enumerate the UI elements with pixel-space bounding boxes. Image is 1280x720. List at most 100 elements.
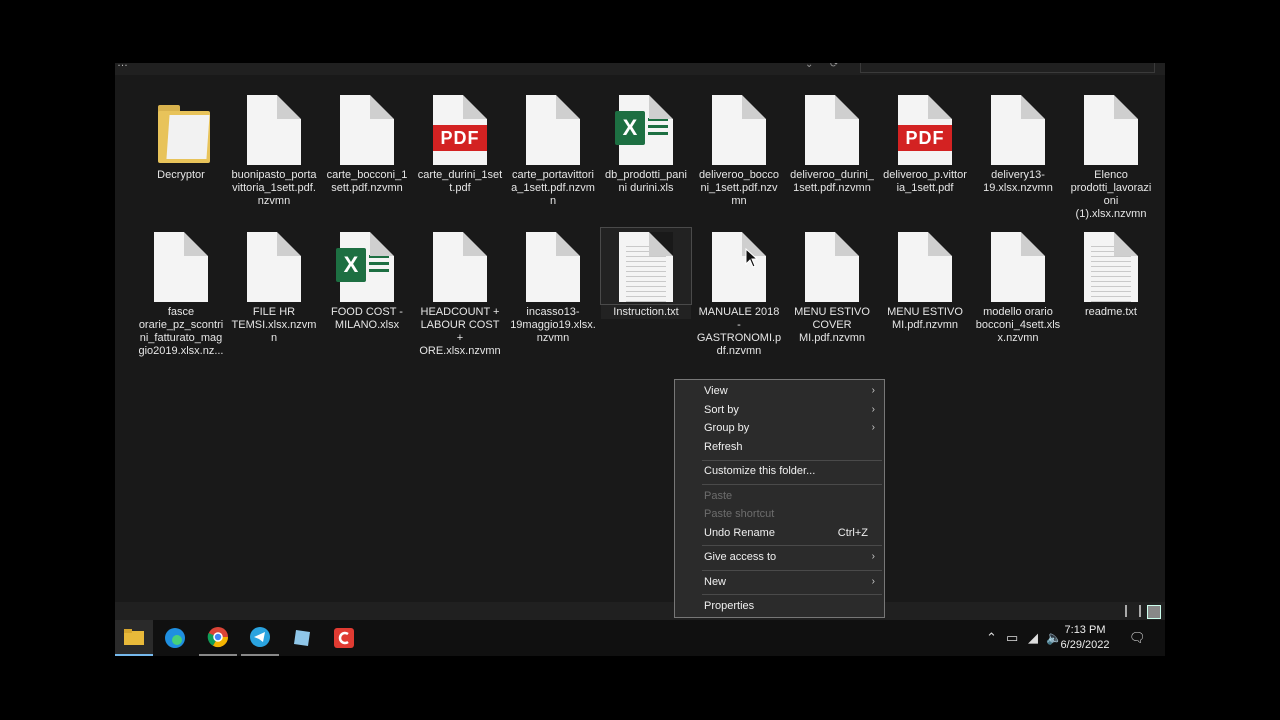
ccleaner-taskbar-button[interactable] [325,620,363,656]
file-item[interactable]: buonipasto_portavittoria_1sett.pdf.nzvmn [229,91,319,208]
file-item[interactable]: PDF carte_durini_1sett.pdf [415,91,505,195]
file-item[interactable]: deliveroo_durini_1sett.pdf.nzvmn [787,91,877,195]
telegram-taskbar-button[interactable] [241,620,279,656]
file-item[interactable]: PDF deliveroo_p.vittoria_1sett.pdf [880,91,970,195]
details-view-icon[interactable] [1125,605,1141,617]
context-menu-item-customize-this-folder[interactable]: Customize this folder... [675,462,884,480]
file-item[interactable]: modello orario bocconi_4sett.xlsx.nzvmn [973,228,1063,345]
file-icon-box [787,228,877,304]
text-file-icon [619,232,673,302]
file-item[interactable]: incasso13-19maggio19.xlsx.nzvmn [508,228,598,345]
context-menu: View › Sort by › Group by › Refresh Customize t… [674,379,885,618]
file-name-label: MENU ESTIVO COVER MI.pdf.nzvmn [794,306,870,344]
context-menu-item-paste-shortcut: Paste shortcut [675,505,884,523]
file-item[interactable]: Decryptor [136,91,226,182]
file-name-label: FILE HR TEMSI.xlsx.nzvmn [231,306,317,344]
taskbar: ⌃ ▭ ◢ 🔈 7:13 PM 6/29/2022 🗨 [115,620,1165,656]
file-item[interactable]: MANUALE 2018 - GASTRONOMI.pdf.nzvmn [694,228,784,358]
notification-icon[interactable]: 🗨 [1129,630,1146,646]
file-item[interactable]: carte_portavittoria_1sett.pdf.nzvmn [508,91,598,208]
file-icon-box [229,228,319,304]
excel-file-icon: X [336,232,394,302]
file-grid[interactable]: Decryptor buonipasto_portavittoria_1sett.… [115,75,1165,602]
file-item[interactable]: fasce orarie_pz_scontrini_fatturato_magg… [136,228,226,358]
search-input[interactable]: … [860,63,1155,73]
refresh-icon[interactable]: ⟳ [830,63,838,70]
file-item[interactable]: Xdb_prodotti_panini durini.xls [601,91,691,195]
file-name-label: MENU ESTIVO MI.pdf.nzvmn [887,306,963,331]
file-name-label: readme.txt [1085,306,1137,318]
blank-file-icon [991,95,1045,165]
context-menu-item-refresh[interactable]: Refresh [675,438,884,456]
file-icon-box [694,228,784,304]
chevron-right-icon: › [871,551,875,562]
pdf-file-icon: PDF [898,95,952,165]
file-item[interactable]: HEADCOUNT + LABOUR COST + ORE.xlsx.nzvmn [415,228,505,358]
file-item[interactable]: carte_bocconi_1sett.pdf.nzvmn [322,91,412,195]
context-menu-item-undo-rename[interactable]: Undo Rename Ctrl+Z [675,524,884,542]
battery-icon[interactable]: ▭ [1006,630,1018,646]
file-name-label: deliveroo_bocconi_1sett.pdf.nzvmn [698,169,780,207]
file-name-label: carte_portavittoria_1sett.pdf.nzvmn [511,169,595,207]
blank-file-icon [898,232,952,302]
edge-taskbar-button[interactable] [156,620,194,656]
file-name-label: MANUALE 2018 - GASTRONOMI.pdf.nzvmn [696,306,782,357]
file-item[interactable]: FILE HR TEMSI.xlsx.nzvmn [229,228,319,345]
file-name-label: FOOD COST - MILANO.xlsx [331,306,403,331]
context-menu-item-sort-by[interactable]: Sort by › [675,401,884,419]
large-icons-view-icon[interactable] [1147,605,1161,619]
file-icon-box [415,228,505,304]
file-name-label: Instruction.txt [613,306,679,318]
file-item[interactable]: delivery13-19.xlsx.nzvmn [973,91,1063,195]
breadcrumb[interactable]: … [117,63,129,69]
taskbar-clock[interactable]: 7:13 PM 6/29/2022 [1055,623,1115,653]
menu-item-label: Undo Rename [704,527,775,539]
blank-file-icon [247,232,301,302]
context-menu-item-properties[interactable]: Properties [675,597,884,615]
file-name-label: modello orario bocconi_4sett.xlsx.nzvmn [975,306,1061,344]
blank-file-icon [433,232,487,302]
chrome-taskbar-button[interactable] [199,620,237,656]
file-item[interactable]: X FOOD COST - MILANO.xlsx [322,228,412,332]
blank-file-icon [1084,95,1138,165]
chevron-up-icon[interactable]: ⌃ [986,630,997,646]
file-item[interactable]: Elenco prodotti_lavorazioni (1).xlsx.nzv… [1066,91,1156,221]
file-item[interactable]: MENU ESTIVO COVER MI.pdf.nzvmn [787,228,877,345]
dropdown-icon[interactable]: ⌄ [805,63,813,70]
file-name-label: delivery13-19.xlsx.nzvmn [983,169,1053,194]
file-item[interactable]: readme.txt [1066,228,1156,319]
menu-separator [702,484,882,485]
file-name-label: buonipasto_portavittoria_1sett.pdf.nzvmn [231,169,317,207]
context-menu-item-give-access-to[interactable]: Give access to › [675,548,884,566]
menu-item-label: Properties [704,600,755,612]
file-item[interactable]: Instruction.txt [600,227,692,319]
context-menu-item-view[interactable]: View › [675,382,884,400]
file-icon-box [229,91,319,167]
file-icon-box [322,91,412,167]
file-name-label: carte_bocconi_1sett.pdf.nzvmn [326,169,408,194]
menu-item-label: View [704,385,728,397]
file-icon-box [136,91,226,167]
blank-file-icon [247,95,301,165]
file-icon-box: PDF [415,91,505,167]
context-menu-item-group-by[interactable]: Group by › [675,419,884,437]
pdf-file-icon: PDF [433,95,487,165]
file-item[interactable]: MENU ESTIVO MI.pdf.nzvmn [880,228,970,332]
file-explorer-taskbar-button[interactable] [115,620,153,656]
mouse-cursor-icon [745,248,759,268]
menu-item-label: Sort by [704,404,739,416]
file-icon-box [880,228,970,304]
menu-separator [702,545,882,546]
network-icon[interactable]: ◢ [1028,630,1038,646]
app-taskbar-button[interactable] [283,620,321,656]
file-name-label: deliveroo_durini_1sett.pdf.nzvmn [790,169,874,194]
context-menu-item-new[interactable]: New › [675,573,884,591]
app-icon [294,630,310,646]
status-bar [115,602,1165,620]
blank-file-icon [526,232,580,302]
address-bar-strip: … ⌄ ⟳ … [115,63,1165,75]
menu-item-label: Give access to [704,551,777,563]
file-icon-box [508,91,598,167]
file-item[interactable]: deliveroo_bocconi_1sett.pdf.nzvmn [694,91,784,208]
chevron-right-icon: › [871,385,875,396]
